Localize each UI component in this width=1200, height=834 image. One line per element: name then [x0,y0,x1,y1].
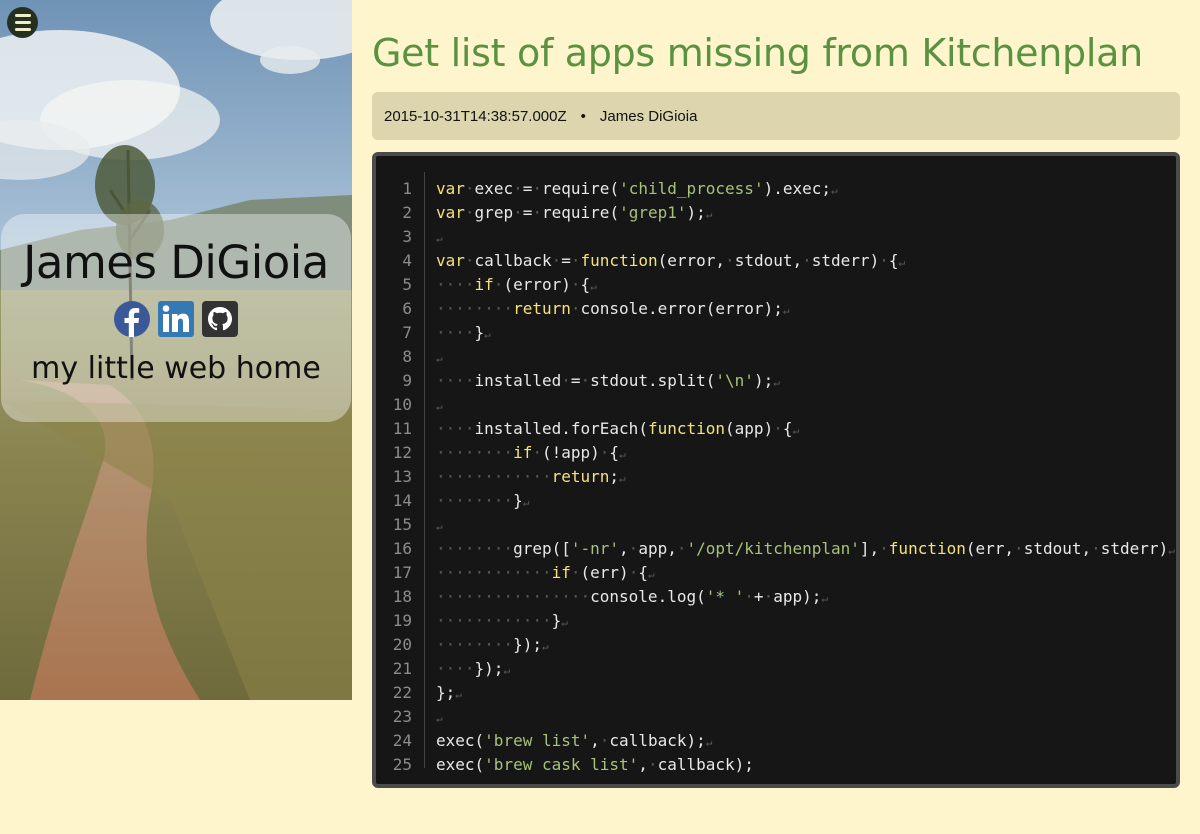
code-line: 12 ········if·(!app)·{↵ [376,440,1176,464]
code-block[interactable]: 1 var·exec·=·require('child_process').exe… [372,152,1180,788]
line-number: 22 [392,682,412,702]
line-number: 13 [392,466,412,486]
code-line: 18 ················console.log('* '·+·app… [376,584,1176,608]
code-text: ············if·(err)·{↵ [436,562,655,582]
line-number: 19 [392,610,412,630]
line-number: 18 [392,586,412,606]
code-text: ····}↵ [436,322,491,342]
code-line: 15 ↵ [376,512,1176,536]
code-line: 6 ········return·console.error(error);↵ [376,296,1176,320]
github-icon[interactable] [202,301,238,337]
code-line: 22 };↵ [376,680,1176,704]
code-line: 5 ····if·(error)·{↵ [376,272,1176,296]
line-number: 20 [392,634,412,654]
code-text: ↵ [436,351,443,365]
code-text: ····installed·=·stdout.split('\n');↵ [436,370,780,390]
code-text: ········if·(!app)·{↵ [436,442,626,462]
line-number: 24 [392,730,412,750]
line-number: 9 [402,370,412,390]
line-number: 14 [392,490,412,510]
code-line: 7 ····}↵ [376,320,1176,344]
code-text: ↵ [436,519,443,533]
code-text: ············return;↵ [436,466,626,486]
line-number: 7 [402,322,412,342]
social-links [1,301,351,337]
code-text: var·callback·=·function(error,·stdout,·s… [436,250,906,270]
code-text: ············}↵ [436,610,568,630]
code-text: };↵ [436,682,462,702]
profile-card: James DiGioia my little web home [1,214,351,422]
profile-name: James DiGioia [23,236,329,289]
post-meta: 2015-10-31T14:38:57.000Z • James DiGioia [372,92,1180,140]
code-text: ····installed.forEach(function(app)·{↵ [436,418,800,438]
code-text: ↵ [436,711,443,725]
code-text: ················console.log('* '·+·app);… [436,586,828,606]
line-number: 21 [392,658,412,678]
post-date: 2015-10-31T14:38:57.000Z [384,107,567,125]
code-text: var·grep·=·require('grep1');↵ [436,202,713,222]
post-author: James DiGioia [599,107,698,125]
code-line: 10 ↵ [376,392,1176,416]
code-line: 25 exec('brew cask list',·callback); [376,752,1176,776]
line-number: 16 [392,538,412,558]
line-number: 25 [392,754,412,774]
line-number: 5 [402,274,412,294]
code-text: exec('brew list',·callback);↵ [436,730,713,750]
code-text: ········});↵ [436,634,549,654]
line-number: 12 [392,442,412,462]
code-text: ········}↵ [436,490,530,510]
code-text: ↵ [436,231,443,245]
code-line: 9 ····installed·=·stdout.split('\n');↵ [376,368,1176,392]
page-title: Get list of apps missing from Kitchenpla… [372,31,1143,75]
code-line: 19 ············}↵ [376,608,1176,632]
code-line: 13 ············return;↵ [376,464,1176,488]
code-line: 17 ············if·(err)·{↵ [376,560,1176,584]
code-line: 8 ↵ [376,344,1176,368]
line-number: 2 [402,202,412,222]
code-line: 23 ↵ [376,704,1176,728]
code-text: ····});↵ [436,658,511,678]
code-line: 20 ········});↵ [376,632,1176,656]
code-text: ↵ [436,399,443,413]
line-number: 10 [392,394,412,414]
linkedin-icon[interactable] [158,301,194,337]
code-text: ····if·(error)·{↵ [436,274,597,294]
line-number: 4 [402,250,412,270]
code-line: 16 ········grep(['-nr',·app,·'/opt/kitche… [376,536,1176,560]
code-line: 2 var·grep·=·require('grep1');↵ [376,200,1176,224]
line-number: 11 [392,418,412,438]
line-number: 23 [392,706,412,726]
line-number: 6 [402,298,412,318]
code-line: 11 ····installed.forEach(function(app)·{↵ [376,416,1176,440]
line-number: 15 [392,514,412,534]
code-line: 14 ········}↵ [376,488,1176,512]
code-text: var·exec·=·require('child_process').exec… [436,178,838,198]
menu-button[interactable] [7,7,38,38]
code-line: 24 exec('brew list',·callback);↵ [376,728,1176,752]
code-line: 21 ····});↵ [376,656,1176,680]
code-text: ········return·console.error(error);↵ [436,298,790,318]
code-line: 4 var·callback·=·function(error,·stdout,·… [376,248,1176,272]
code-text: ········grep(['-nr',·app,·'/opt/kitchenp… [436,538,1175,558]
line-number: 1 [402,178,412,198]
facebook-icon[interactable] [114,301,150,337]
code-line: 3 ↵ [376,224,1176,248]
hamburger-menu-icon [14,14,31,17]
line-number: 17 [392,562,412,582]
code-line: 1 var·exec·=·require('child_process').exe… [376,176,1176,200]
line-number: 8 [402,346,412,366]
meta-separator: • [580,107,586,125]
sidebar: James DiGioia my little web home [0,0,352,700]
code-text: exec('brew cask list',·callback); [436,754,754,774]
main-content: Get list of apps missing from Kitchenpla… [372,0,1180,788]
line-number: 3 [402,226,412,246]
code-lines: 1 var·exec·=·require('child_process').exe… [376,176,1176,776]
tagline: my little web home [31,351,321,386]
